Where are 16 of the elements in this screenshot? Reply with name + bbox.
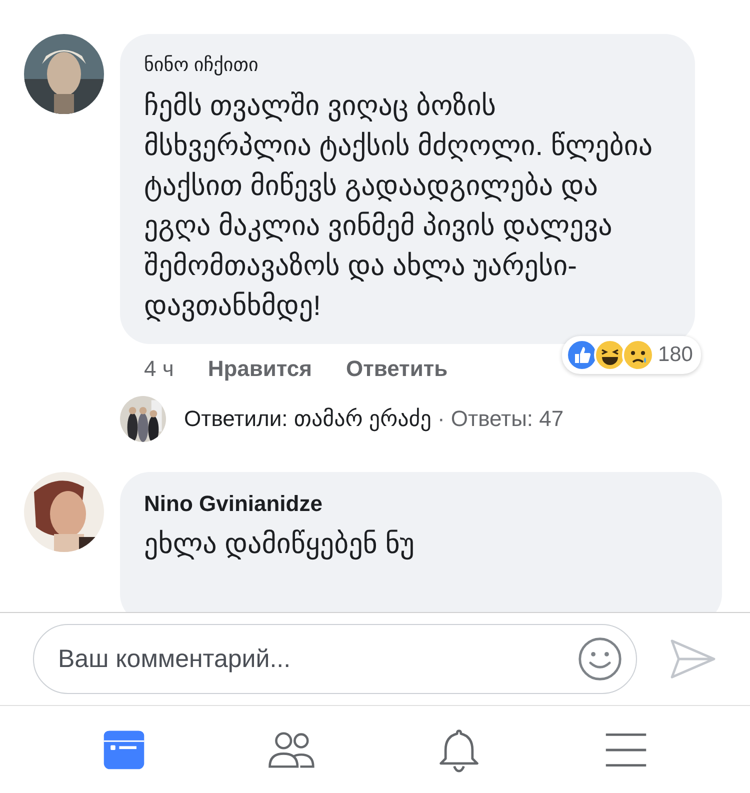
replies-link[interactable]: Ответили: თამარ ერაძე [184, 406, 432, 432]
reaction-count: 180 [658, 343, 693, 367]
reactions-badge[interactable]: 180 [562, 336, 701, 374]
laughing-face-icon [594, 339, 626, 371]
crying-face-icon [622, 339, 654, 371]
comment-action-link[interactable]: Ответить [346, 356, 448, 382]
comment-text: ჩემს თვალში ვიღაც ბოზის მსხვერპლია ტაქსის მძღოლი. წლებია ტაქსით მიწევს გადაადგილება და ეგღა მაკლია ვინმემ პივის დალევა შემომთავაზოს და ახლა უარესი-დავთანხმდე! [144, 89, 654, 324]
replies-count: · Ответы: 47 [437, 406, 564, 432]
comment-input-field[interactable]: Ваш комментарий... [33, 624, 637, 694]
comment-time: 4 ч [144, 356, 174, 382]
author-name[interactable]: ნინო იჩქითი [144, 50, 671, 82]
author-name[interactable]: Nino Gvinianidze [144, 488, 698, 520]
like-icon [566, 339, 598, 371]
smiley-icon[interactable] [577, 636, 623, 682]
comment-action-link[interactable]: Нравится [208, 356, 312, 382]
comment-text: ეხლა დამიწყებენ ნუ [144, 527, 416, 562]
